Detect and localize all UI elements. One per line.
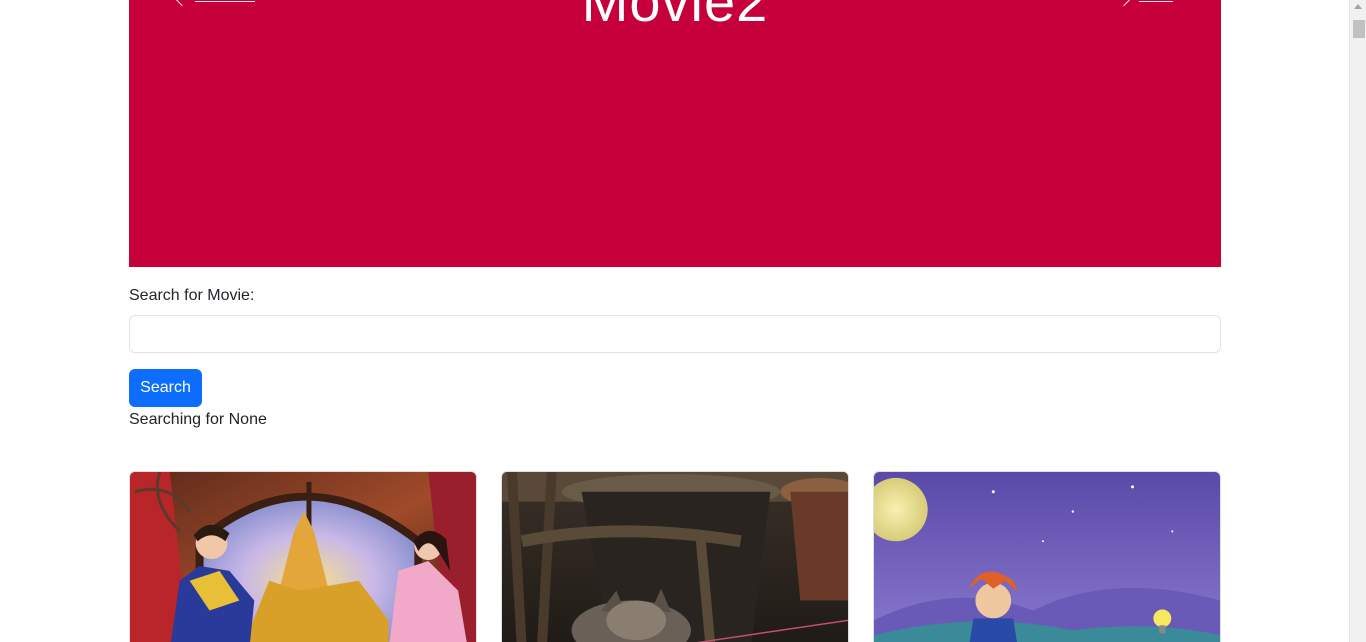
- scrollbar-thumb[interactable]: [1353, 20, 1365, 38]
- search-status-text: Searching for None: [129, 411, 267, 428]
- carousel-prev-underline: [195, 0, 255, 2]
- page: Movie2 Search for Movie: Search Searchin…: [0, 0, 1349, 642]
- carousel-slide-title: Movie2: [581, 0, 769, 33]
- search-input[interactable]: [129, 315, 1221, 353]
- search-button[interactable]: Search: [129, 369, 202, 407]
- carousel-next-underline: [1139, 0, 1173, 2]
- scroll-up-arrow-icon[interactable]: [1354, 4, 1362, 9]
- vertical-scrollbar[interactable]: [1349, 0, 1366, 642]
- movie-poster-image[interactable]: [130, 472, 476, 642]
- movie-card[interactable]: [501, 471, 849, 642]
- movie-poster-image[interactable]: [502, 472, 848, 642]
- carousel-next-button[interactable]: [1116, 0, 1173, 7]
- carousel-prev-button[interactable]: [174, 0, 255, 7]
- search-label: Search for Movie:: [129, 287, 255, 304]
- movie-card[interactable]: [129, 471, 477, 642]
- movie-card[interactable]: [873, 471, 1221, 642]
- movie-poster-image[interactable]: [874, 472, 1220, 642]
- movie-carousel: Movie2: [129, 0, 1221, 267]
